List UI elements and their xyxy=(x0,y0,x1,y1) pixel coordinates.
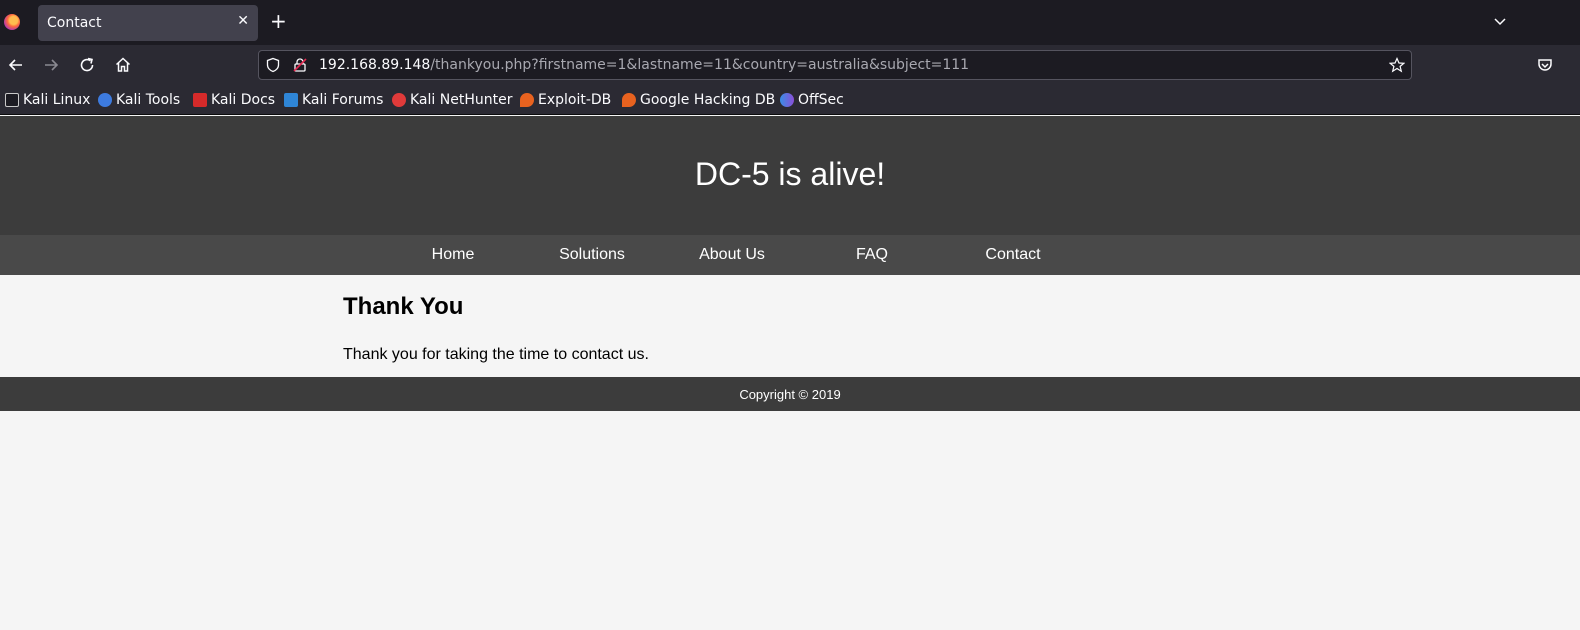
forward-arrow-icon[interactable] xyxy=(41,55,61,75)
nav-home[interactable]: Home xyxy=(383,246,523,264)
pocket-icon[interactable] xyxy=(1535,55,1555,75)
reload-icon[interactable] xyxy=(77,55,97,75)
bookmark-kali-forums[interactable]: Kali Forums xyxy=(284,91,383,109)
kali-docs-icon xyxy=(193,93,207,107)
back-arrow-icon[interactable] xyxy=(6,55,26,75)
ghdb-icon xyxy=(622,93,636,107)
url-host: 192.168.89.148 xyxy=(319,57,431,73)
exploit-db-icon xyxy=(520,93,534,107)
bookmark-kali-docs[interactable]: Kali Docs xyxy=(193,91,275,109)
bookmark-label: Kali NetHunter xyxy=(410,92,513,108)
site-header: DC-5 is alive! xyxy=(0,116,1580,235)
site-title: DC-5 is alive! xyxy=(694,156,886,192)
kali-nethunter-icon xyxy=(392,93,406,107)
list-all-tabs-icon[interactable] xyxy=(1492,14,1508,30)
bookmark-label: Exploit-DB xyxy=(538,92,612,108)
bookmark-kali-nethunter[interactable]: Kali NetHunter xyxy=(392,91,512,109)
site-footer: Copyright © 2019 xyxy=(0,377,1580,411)
tab-contact[interactable]: Contact ✕ xyxy=(38,5,258,41)
nav-contact[interactable]: Contact xyxy=(943,246,1083,264)
kali-dragon-icon xyxy=(5,93,19,107)
bookmark-label: Kali Docs xyxy=(211,92,276,108)
bookmark-kali-tools[interactable]: Kali Tools xyxy=(98,91,180,109)
kali-forums-icon xyxy=(284,93,298,107)
bookmarks-toolbar: Kali Linux Kali Tools Kali Docs Kali For… xyxy=(0,85,1580,115)
nav-about-us[interactable]: About Us xyxy=(662,246,802,264)
thank-you-message: Thank you for taking the time to contact… xyxy=(343,346,649,363)
offsec-icon xyxy=(780,93,794,107)
new-tab-button[interactable]: + xyxy=(270,10,287,32)
firefox-logo-icon[interactable] xyxy=(4,14,20,30)
url-path: /thankyou.php?firstname=1&lastname=11&co… xyxy=(430,57,970,73)
copyright-text: Copyright © 2019 xyxy=(739,387,841,402)
bookmark-label: Kali Tools xyxy=(116,92,181,108)
bookmark-label: Kali Forums xyxy=(302,92,384,108)
kali-tools-icon xyxy=(98,93,112,107)
tracking-shield-icon[interactable] xyxy=(265,57,281,73)
url-bar[interactable]: 192.168.89.148/thankyou.php?firstname=1&… xyxy=(258,50,1412,80)
navigation-toolbar: 192.168.89.148/thankyou.php?firstname=1&… xyxy=(0,45,1580,85)
tab-bar: Contact ✕ + xyxy=(0,0,1580,45)
home-icon[interactable] xyxy=(113,55,133,75)
bookmark-label: Google Hacking DB xyxy=(640,92,776,108)
tab-close-icon[interactable]: ✕ xyxy=(237,13,249,29)
bookmark-kali-linux[interactable]: Kali Linux xyxy=(5,91,90,109)
main-content: Thank You Thank you for taking the time … xyxy=(343,293,1243,364)
bookmark-offsec[interactable]: OffSec xyxy=(780,91,844,109)
bookmark-label: OffSec xyxy=(798,92,844,108)
page-heading: Thank You xyxy=(343,293,464,320)
site-nav: Home Solutions About Us FAQ Contact xyxy=(0,235,1580,275)
nav-faq[interactable]: FAQ xyxy=(802,246,942,264)
bookmark-label: Kali Linux xyxy=(23,92,91,108)
bookmark-exploit-db[interactable]: Exploit-DB xyxy=(520,91,611,109)
nav-solutions[interactable]: Solutions xyxy=(522,246,662,264)
insecure-lock-icon[interactable] xyxy=(292,57,308,73)
bookmark-google-hacking-db[interactable]: Google Hacking DB xyxy=(622,91,775,109)
url-text[interactable]: 192.168.89.148/thankyou.php?firstname=1&… xyxy=(319,57,969,73)
bookmark-star-icon[interactable] xyxy=(1389,57,1405,73)
tab-title: Contact xyxy=(47,15,102,31)
